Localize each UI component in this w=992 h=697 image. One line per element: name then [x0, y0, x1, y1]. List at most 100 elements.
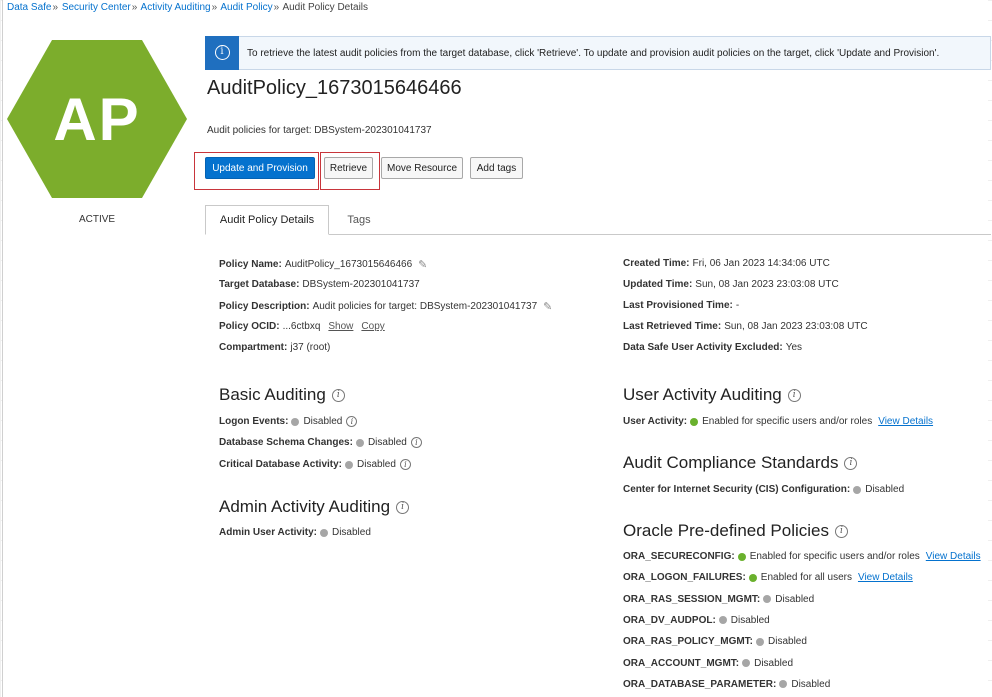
last-provisioned-row: Last Provisioned Time: -	[623, 300, 739, 311]
page-subtitle: Audit policies for target: DBSystem-2023…	[207, 125, 432, 136]
predefined-policies-title: Oracle Pre-defined Policies	[623, 521, 829, 540]
compliance-heading: Audit Compliance Standards i	[623, 453, 858, 473]
tab-tags[interactable]: Tags	[337, 205, 381, 235]
predefined-policy-label: ORA_RAS_SESSION_MGMT:	[623, 593, 761, 605]
retrieve-button[interactable]: Retrieve	[324, 157, 373, 179]
cis-configuration-label: Center for Internet Security (CIS) Confi…	[623, 484, 851, 495]
policy-ocid-label: Policy OCID:	[219, 321, 280, 332]
status-dot-icon	[355, 438, 364, 447]
breadcrumb-separator: »	[273, 2, 280, 13]
user-activity-label: User Activity:	[623, 416, 688, 427]
help-icon[interactable]: i	[410, 437, 422, 448]
breadcrumb-audit-policy[interactable]: Audit Policy	[220, 2, 272, 13]
policy-ocid-value: ...6ctbxq	[282, 321, 321, 332]
critical-activity-row: Critical Database Activity: Disabled i	[219, 459, 411, 470]
predefined-policy-value: Disabled	[775, 593, 815, 605]
help-icon[interactable]: i	[787, 388, 801, 402]
logon-events-label: Logon Events:	[219, 416, 289, 427]
breadcrumb-activity-auditing[interactable]: Activity Auditing	[141, 2, 211, 13]
user-activity-excluded-value: Yes	[785, 342, 803, 353]
critical-activity-label: Critical Database Activity:	[219, 459, 343, 470]
status-dot-icon	[737, 552, 746, 561]
status-dot-icon	[763, 595, 772, 604]
predefined-policy-label: ORA_ACCOUNT_MGMT:	[623, 657, 740, 669]
predefined-policy-value: Enabled for specific users and/or roles	[749, 551, 920, 562]
predefined-policy-row: ORA_DV_AUDPOL: Disabled	[623, 615, 770, 626]
breadcrumb-current: Audit Policy Details	[282, 2, 369, 13]
breadcrumb-security-center[interactable]: Security Center	[62, 2, 131, 13]
update-and-provision-button[interactable]: Update and Provision	[205, 157, 315, 179]
cis-configuration-row: Center for Internet Security (CIS) Confi…	[623, 484, 904, 495]
predefined-policy-label: ORA_DV_AUDPOL:	[623, 614, 716, 626]
status-dot-icon	[345, 460, 354, 469]
user-activity-row: User Activity: Enabled for specific user…	[623, 416, 933, 427]
help-icon[interactable]: i	[346, 416, 358, 427]
ocid-copy-link[interactable]: Copy	[361, 321, 384, 332]
admin-auditing-title: Admin Activity Auditing	[219, 497, 391, 516]
status-dot-icon	[748, 573, 757, 582]
resource-badge-text: AP	[53, 85, 141, 153]
ocid-show-link[interactable]: Show	[328, 321, 353, 332]
predefined-policy-value: Enabled for all users	[760, 572, 852, 584]
status-dot-icon	[690, 417, 699, 426]
move-resource-button[interactable]: Move Resource	[381, 157, 463, 179]
breadcrumb-separator: »	[211, 2, 218, 13]
info-banner: i To retrieve the latest audit policies …	[205, 35, 991, 70]
admin-user-activity-label: Admin User Activity:	[219, 527, 317, 538]
predefined-policy-view-details-link[interactable]: View Details	[926, 551, 981, 562]
edit-pencil-icon[interactable]: ✎	[543, 300, 552, 313]
page-title: AuditPolicy_1673015646466	[207, 77, 462, 99]
help-icon[interactable]: i	[396, 500, 410, 514]
audit-policy-details-page: Data Safe» Security Center» Activity Aud…	[2, 0, 991, 697]
last-retrieved-label: Last Retrieved Time:	[623, 321, 722, 332]
predefined-policy-row: ORA_ACCOUNT_MGMT: Disabled	[623, 658, 793, 669]
created-time-value: Fri, 06 Jan 2023 14:34:06 UTC	[692, 258, 830, 269]
updated-time-label: Updated Time:	[623, 279, 693, 290]
compartment-value: j37 (root)	[290, 342, 331, 353]
last-retrieved-row: Last Retrieved Time: Sun, 08 Jan 2023 23…	[623, 321, 868, 332]
predefined-policies-heading: Oracle Pre-defined Policies i	[623, 521, 848, 541]
updated-time-row: Updated Time: Sun, 08 Jan 2023 23:03:08 …	[623, 279, 839, 290]
compartment-label: Compartment:	[219, 342, 288, 353]
predefined-policy-label: ORA_LOGON_FAILURES:	[623, 572, 746, 584]
policy-ocid-row: Policy OCID: ...6ctbxq Show Copy	[219, 321, 385, 332]
user-activity-view-details-link[interactable]: View Details	[878, 416, 933, 427]
last-retrieved-value: Sun, 08 Jan 2023 23:03:08 UTC	[724, 321, 868, 332]
help-icon[interactable]: i	[844, 456, 858, 470]
cis-configuration-value: Disabled	[865, 484, 905, 495]
schema-changes-value: Disabled	[367, 437, 407, 448]
critical-activity-value: Disabled	[357, 459, 396, 470]
policy-description-label: Policy Description:	[219, 301, 310, 312]
status-dot-icon	[718, 616, 727, 625]
help-icon[interactable]: i	[834, 524, 848, 538]
predefined-policy-view-details-link[interactable]: View Details	[858, 572, 913, 583]
target-database-label: Target Database:	[219, 279, 300, 290]
predefined-policy-row: ORA_DATABASE_PARAMETER: Disabled	[623, 679, 830, 690]
help-icon[interactable]: i	[331, 388, 345, 402]
user-auditing-title: User Activity Auditing	[623, 385, 782, 404]
details-tabs: Audit Policy Details Tags	[205, 205, 991, 235]
breadcrumb-separator: »	[52, 2, 59, 13]
last-provisioned-label: Last Provisioned Time:	[623, 300, 733, 311]
tab-audit-policy-details[interactable]: Audit Policy Details	[205, 205, 329, 235]
edit-pencil-icon[interactable]: ✎	[418, 258, 427, 271]
status-dot-icon	[853, 485, 862, 494]
logon-events-value: Disabled	[303, 416, 343, 427]
created-time-label: Created Time:	[623, 258, 690, 269]
schema-changes-label: Database Schema Changes:	[219, 437, 353, 448]
breadcrumb-data-safe[interactable]: Data Safe	[7, 2, 51, 13]
breadcrumb: Data Safe» Security Center» Activity Aud…	[7, 2, 368, 13]
help-icon[interactable]: i	[399, 459, 411, 470]
resource-status: ACTIVE	[78, 214, 116, 225]
user-activity-excluded-label: Data Safe User Activity Excluded:	[623, 342, 783, 353]
status-dot-icon	[319, 528, 328, 537]
predefined-policy-value: Disabled	[730, 614, 770, 626]
add-tags-button[interactable]: Add tags	[470, 157, 523, 179]
logon-events-row: Logon Events: Disabled i	[219, 416, 358, 427]
admin-auditing-heading: Admin Activity Auditing i	[219, 497, 410, 517]
info-banner-icon-bar: i	[205, 35, 239, 70]
predefined-policy-label: ORA_RAS_POLICY_MGMT:	[623, 636, 754, 648]
status-dot-icon	[756, 637, 765, 646]
policy-name-value: AuditPolicy_1673015646466	[284, 259, 413, 270]
user-activity-excluded-row: Data Safe User Activity Excluded: Yes	[623, 342, 802, 353]
